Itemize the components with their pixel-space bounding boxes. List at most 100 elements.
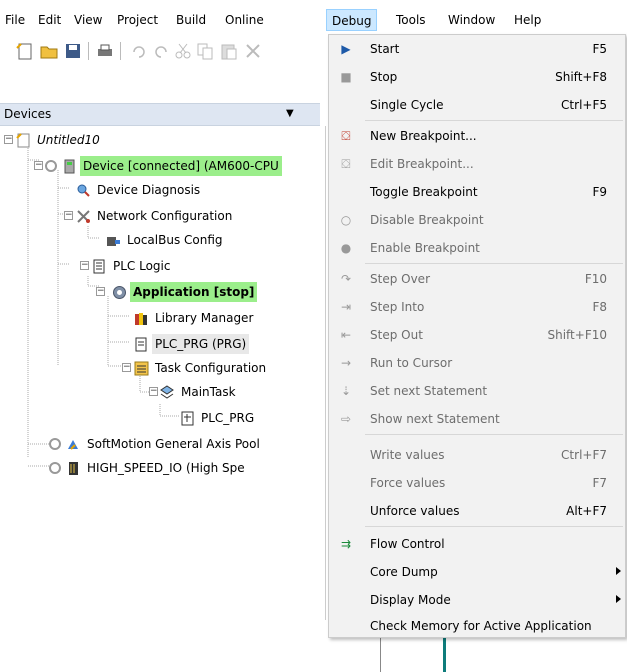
device-tree: − Untitled10 − Device [connected] (AM600… xyxy=(0,126,326,672)
tree-item-library-manager[interactable]: Library Manager xyxy=(134,308,256,328)
connected-icon xyxy=(48,437,63,452)
save-icon[interactable] xyxy=(62,40,84,62)
tree-item-plc-logic[interactable]: PLC Logic xyxy=(92,256,173,276)
task-icon xyxy=(160,385,175,400)
run-to-cursor-icon: → xyxy=(340,356,352,370)
menu-project[interactable]: Project xyxy=(117,13,158,27)
debug-menu: ▶ Start F5 ■ Stop Shift+F8 Single Cycle … xyxy=(328,34,626,638)
redo-icon[interactable] xyxy=(150,40,172,62)
stop-icon: ■ xyxy=(340,70,352,84)
expand-toggle[interactable]: − xyxy=(122,363,131,372)
expand-toggle[interactable]: − xyxy=(4,135,13,144)
edit-breakpoint-icon: ⛋ xyxy=(341,157,351,171)
menu-item-step-into[interactable]: ⇥ Step Into F8 xyxy=(329,293,625,321)
diagnosis-icon xyxy=(76,183,91,198)
expand-toggle[interactable]: − xyxy=(96,287,105,296)
flow-control-icon: ⇉ xyxy=(340,537,352,551)
menu-item-force-values[interactable]: Force values F7 xyxy=(329,469,625,497)
menu-item-display-mode[interactable]: Display Mode xyxy=(329,586,625,614)
menu-item-unforce-values[interactable]: Unforce values Alt+F7 xyxy=(329,497,625,525)
menu-item-step-out[interactable]: ⇤ Step Out Shift+F10 xyxy=(329,321,625,349)
menu-file[interactable]: File xyxy=(5,13,25,27)
menu-item-enable-breakpoint[interactable]: ● Enable Breakpoint xyxy=(329,234,625,262)
print-icon[interactable] xyxy=(94,40,116,62)
devices-panel-header: Devices ▼ xyxy=(0,103,320,126)
axis-pool-icon xyxy=(66,437,81,452)
menu-help[interactable]: Help xyxy=(514,13,541,27)
tree-item-application[interactable]: Application [stop] xyxy=(112,282,258,302)
menu-debug[interactable]: Debug xyxy=(326,9,378,31)
set-next-statement-icon: ⇣ xyxy=(340,384,352,398)
localbus-icon xyxy=(106,233,121,248)
menu-edit[interactable]: Edit xyxy=(38,13,61,27)
menu-tools[interactable]: Tools xyxy=(396,13,426,27)
open-project-icon[interactable] xyxy=(38,40,60,62)
menu-separator xyxy=(365,526,623,527)
disable-breakpoint-icon: ○ xyxy=(340,213,352,227)
paste-icon[interactable] xyxy=(218,40,240,62)
menu-item-show-next-statement[interactable]: ⇨ Show next Statement xyxy=(329,405,625,433)
plc-logic-icon xyxy=(92,259,107,274)
delete-icon[interactable] xyxy=(242,40,264,62)
pou-icon xyxy=(134,337,149,352)
tree-item-maintask[interactable]: MainTask xyxy=(160,382,239,402)
menu-item-new-breakpoint[interactable]: ⛋ New Breakpoint... xyxy=(329,122,625,150)
menu-item-set-next-statement[interactable]: ⇣ Set next Statement xyxy=(329,377,625,405)
toolbar-separator xyxy=(88,42,89,60)
undo-icon[interactable] xyxy=(128,40,150,62)
menu-item-start[interactable]: ▶ Start F5 xyxy=(329,35,625,63)
enable-breakpoint-icon: ● xyxy=(340,241,352,255)
submenu-arrow-icon xyxy=(616,595,621,603)
expand-toggle[interactable]: − xyxy=(149,387,158,396)
menu-online[interactable]: Online xyxy=(225,13,264,27)
menu-build[interactable]: Build xyxy=(176,13,206,27)
menu-item-disable-breakpoint[interactable]: ○ Disable Breakpoint xyxy=(329,206,625,234)
menu-item-stop[interactable]: ■ Stop Shift+F8 xyxy=(329,63,625,91)
tree-item-plc-prg[interactable]: PLC_PRG (PRG) xyxy=(134,334,250,354)
tree-item-task-configuration[interactable]: Task Configuration xyxy=(134,358,269,378)
expand-toggle[interactable]: − xyxy=(64,211,73,220)
tree-item-device[interactable]: Device [connected] (AM600-CPU xyxy=(44,156,282,176)
step-over-icon: ↷ xyxy=(340,272,352,286)
menu-item-core-dump[interactable]: Core Dump xyxy=(329,558,625,586)
menu-item-write-values[interactable]: Write values Ctrl+F7 xyxy=(329,441,625,469)
show-next-statement-icon: ⇨ xyxy=(340,412,352,426)
step-out-icon: ⇤ xyxy=(340,328,352,342)
menu-item-flow-control[interactable]: ⇉ Flow Control xyxy=(329,530,625,558)
new-project-icon[interactable] xyxy=(14,40,36,62)
menu-item-single-cycle[interactable]: Single Cycle Ctrl+F5 xyxy=(329,91,625,119)
tree-item-network-configuration[interactable]: Network Configuration xyxy=(76,206,235,226)
menu-item-run-to-cursor[interactable]: → Run to Cursor xyxy=(329,349,625,377)
plc-device-icon xyxy=(62,159,77,174)
menu-item-toggle-breakpoint[interactable]: Toggle Breakpoint F9 xyxy=(329,178,625,206)
menu-item-check-memory[interactable]: Check Memory for Active Application xyxy=(329,612,625,640)
project-icon xyxy=(16,133,31,148)
tree-item-softmotion-axis-pool[interactable]: SoftMotion General Axis Pool xyxy=(48,434,263,454)
menu-bar: File Edit View Project Build Online Debu… xyxy=(0,0,627,34)
connected-icon xyxy=(44,159,59,174)
tree-item-localbus-config[interactable]: LocalBus Config xyxy=(106,230,226,250)
menu-separator xyxy=(365,263,623,264)
panel-dropdown-icon[interactable]: ▼ xyxy=(286,108,294,119)
expand-toggle[interactable]: − xyxy=(80,261,89,270)
cut-icon[interactable] xyxy=(172,40,194,62)
tree-item-device-diagnosis[interactable]: Device Diagnosis xyxy=(76,180,203,200)
program-call-icon xyxy=(180,411,195,426)
expand-toggle[interactable]: − xyxy=(34,161,43,170)
copy-icon[interactable] xyxy=(194,40,216,62)
connected-icon xyxy=(48,461,63,476)
play-icon: ▶ xyxy=(341,42,351,56)
devices-panel-title: Devices xyxy=(4,107,52,121)
menu-separator xyxy=(365,120,623,121)
tree-item-task-plc-prg[interactable]: PLC_PRG xyxy=(180,408,257,428)
application-gear-icon xyxy=(112,285,127,300)
menu-item-edit-breakpoint[interactable]: ⛋ Edit Breakpoint... xyxy=(329,150,625,178)
library-books-icon xyxy=(134,311,149,326)
tree-item-project[interactable]: Untitled10 xyxy=(16,130,103,150)
new-breakpoint-icon: ⛋ xyxy=(341,129,351,143)
task-config-icon xyxy=(134,361,149,376)
menu-window[interactable]: Window xyxy=(448,13,495,27)
tree-item-high-speed-io[interactable]: HIGH_SPEED_IO (High Spe xyxy=(48,458,248,478)
menu-view[interactable]: View xyxy=(74,13,102,27)
menu-item-step-over[interactable]: ↷ Step Over F10 xyxy=(329,265,625,293)
